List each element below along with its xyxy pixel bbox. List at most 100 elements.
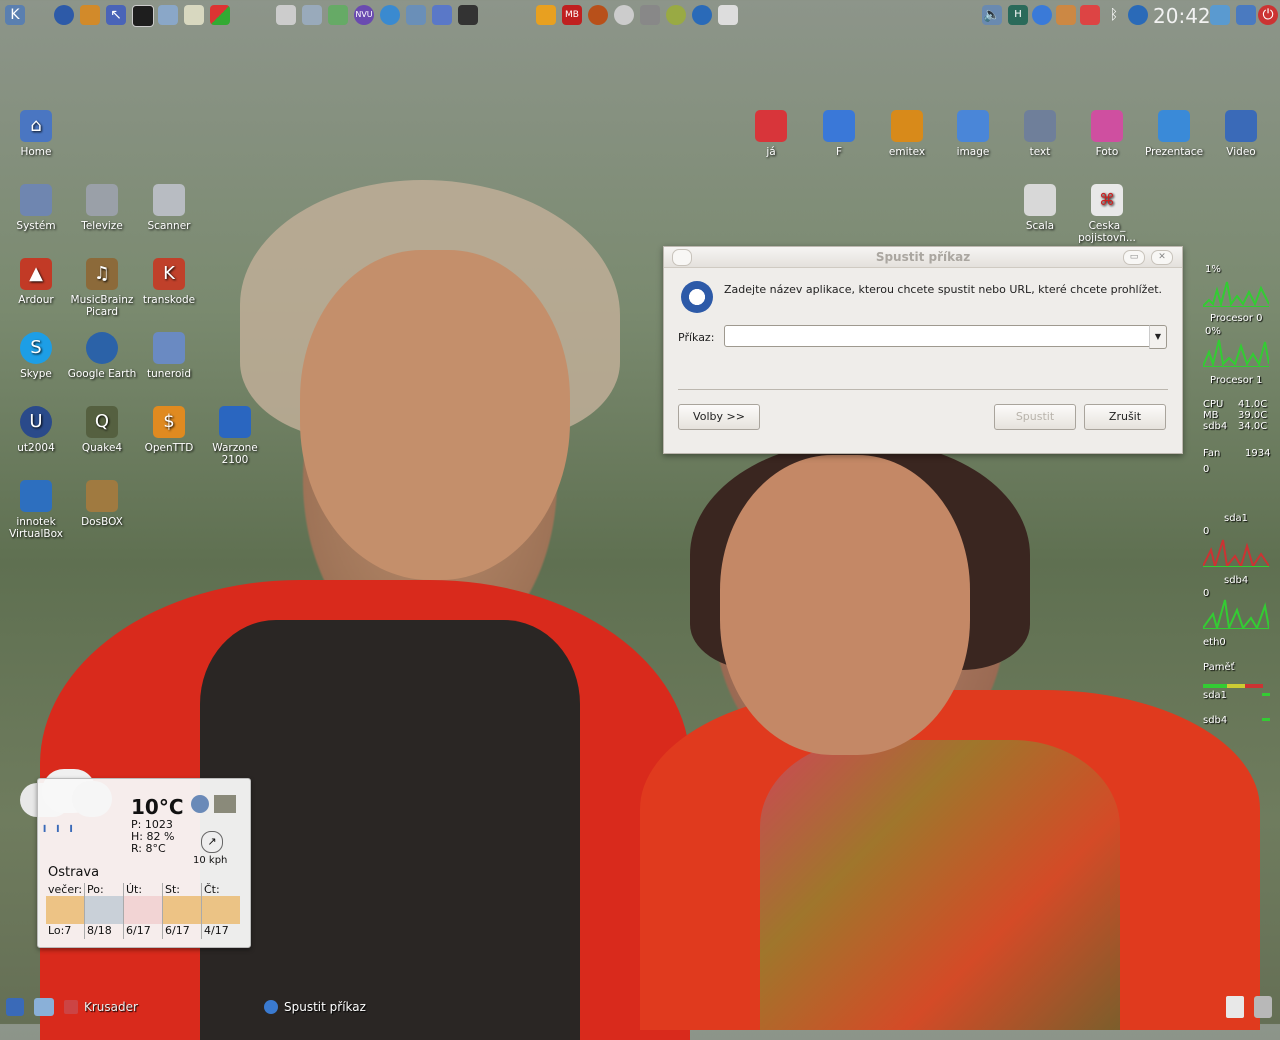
desktop-icon-prezentace[interactable]: Prezentace (1138, 110, 1210, 158)
volume-icon[interactable]: 🔈 (982, 5, 1002, 25)
desktop-icon-dosbox[interactable]: DosBOX (66, 480, 138, 528)
minimize-icon[interactable]: ▭ (1123, 250, 1145, 265)
sun-cloud-icon (163, 896, 201, 924)
desktop-icon-scala[interactable]: Scala (1004, 184, 1076, 232)
firefox-icon[interactable] (80, 5, 100, 25)
map-icon[interactable] (214, 795, 236, 813)
desktop-icon-tuneroid[interactable]: tuneroid (133, 332, 205, 380)
cd-icon[interactable] (614, 5, 634, 25)
desktop-icon-system[interactable]: Systém (0, 184, 72, 232)
desktop-icon-ja[interactable]: já (735, 110, 807, 158)
weather-wind: 10 kph (193, 855, 228, 866)
taskbar-item-krusader[interactable]: Krusader (62, 995, 252, 1019)
diamond-icon[interactable] (458, 5, 478, 25)
news-icon[interactable] (302, 5, 322, 25)
scanner-icon (153, 184, 185, 216)
clipboard-icon[interactable] (1226, 996, 1244, 1018)
desktop-icon-scanner[interactable]: Scanner (133, 184, 205, 232)
command-input[interactable] (724, 325, 1160, 347)
weather-realfeel: R: 8°C (131, 842, 166, 855)
desktop-icon-warzone[interactable]: Warzone 2100 (199, 406, 271, 466)
options-button[interactable]: Volby >> (678, 404, 760, 430)
folder-blue-icon (823, 110, 855, 142)
desktop-icon-image[interactable]: image (937, 110, 1009, 158)
desktop-icon-virtualbox[interactable]: innotek VirtualBox (0, 480, 72, 540)
wallpaper-man-face (300, 250, 570, 580)
headphones-icon[interactable] (536, 5, 556, 25)
dialog-title: Spustit příkaz (875, 250, 971, 264)
desktop-icon-musicbrainz[interactable]: ♫ MusicBrainz Picard (66, 258, 138, 318)
musicbrainz-icon: ♫ (86, 258, 118, 290)
globe-icon[interactable] (54, 5, 74, 25)
window-icon[interactable] (158, 5, 178, 25)
sda1-io-graph (1203, 530, 1269, 567)
desktop-icon-ut2004[interactable]: U ut2004 (0, 406, 72, 454)
nvu-icon[interactable]: NVU (354, 5, 374, 25)
desktop-icon-openttd[interactable]: $ OpenTTD (133, 406, 205, 454)
keyboard-layout-icon[interactable]: H (1008, 5, 1028, 25)
satellite-icon[interactable] (406, 5, 426, 25)
desktop-switch-icon[interactable] (1210, 5, 1230, 25)
fog-icon (124, 896, 162, 924)
wheel-icon[interactable] (692, 5, 712, 25)
desktop-icon-text[interactable]: text (1004, 110, 1076, 158)
desktop-icon-home[interactable]: ⌂ Home (0, 110, 72, 158)
pen-icon[interactable] (432, 5, 452, 25)
spreadsheet-icon[interactable] (328, 5, 348, 25)
desktop-icon-foto[interactable]: Foto (1071, 110, 1143, 158)
clock[interactable]: 20:42 (1153, 4, 1211, 28)
memory-label: Paměť (1203, 662, 1235, 673)
pager-icon[interactable] (34, 998, 54, 1016)
weather-temperature: 10°C (131, 795, 184, 819)
desktop-icon-f[interactable]: F (803, 110, 875, 158)
terminal-icon[interactable] (132, 5, 154, 27)
show-desktop-icon[interactable] (6, 998, 24, 1016)
run-button[interactable]: Spustit (994, 404, 1076, 430)
desktop-icon-transkode[interactable]: K transkode (133, 258, 205, 306)
desktop-icon-video[interactable]: Video (1205, 110, 1277, 158)
desktop-icon-ardour[interactable]: ▲ Ardour (0, 258, 72, 306)
paint-icon[interactable] (1056, 5, 1076, 25)
desktop-icon-skype[interactable]: S Skype (0, 332, 72, 380)
cloud-rain-icon (85, 896, 123, 924)
notes-icon[interactable] (184, 5, 204, 25)
cpu1-label: Procesor 1 (1210, 375, 1263, 386)
disk-icon[interactable] (1032, 5, 1052, 25)
sda1-io-label: sda1 (1224, 513, 1249, 524)
forecast-day-0: večer: Lo:7 (46, 883, 85, 939)
lock-icon[interactable] (1236, 5, 1256, 25)
camera-icon[interactable] (276, 5, 296, 25)
cpu0-graph (1203, 270, 1269, 307)
power-icon[interactable]: ⏻ (1258, 5, 1278, 25)
bluetooth-icon[interactable]: ᛒ (1104, 5, 1124, 25)
kde-menu-icon[interactable]: K (5, 5, 25, 25)
sync-icon[interactable] (666, 5, 686, 25)
desktop-icon-ceska-pojistovna[interactable]: ⌘ Ceska_ pojistovn... (1071, 184, 1143, 244)
cursor-icon[interactable]: ↖ (106, 5, 126, 25)
close-icon[interactable]: ✕ (1151, 250, 1173, 265)
kmail-icon[interactable] (1080, 5, 1100, 25)
trash-icon[interactable] (1254, 996, 1272, 1018)
virtualbox-icon (20, 480, 52, 512)
bug-icon[interactable] (640, 5, 660, 25)
desktop-icon-quake4[interactable]: Q Quake4 (66, 406, 138, 454)
desktop-icon-emitex[interactable]: emitex (871, 110, 943, 158)
temp-cpu-value: 41.0C (1238, 399, 1268, 410)
weather-widget[interactable]: ╹╹╹ 10°C P: 1023 H: 82 % R: 8°C ↗ 10 kph… (37, 778, 251, 948)
run-command-dialog: Spustit příkaz ▭ ✕ Zadejte název aplikac… (663, 246, 1183, 454)
rugby-icon[interactable] (588, 5, 608, 25)
fan-label: Fan (1203, 448, 1221, 459)
windows-icon[interactable] (210, 5, 230, 25)
dialog-titlebar[interactable]: Spustit příkaz ▭ ✕ (664, 247, 1182, 268)
cancel-button[interactable]: Zrušit (1084, 404, 1166, 430)
cpu0-label: Procesor 0 (1210, 313, 1263, 324)
chevron-down-icon[interactable]: ▼ (1149, 325, 1167, 349)
desktop-icon-google-earth[interactable]: Google Earth (66, 332, 138, 380)
network-icon[interactable] (380, 5, 400, 25)
kde-circle-icon[interactable] (1128, 5, 1148, 25)
blank-icon[interactable] (718, 5, 738, 25)
globe-icon[interactable] (191, 795, 209, 813)
desktop-icon-tv[interactable]: Televize (66, 184, 138, 232)
mb-icon[interactable]: MB (562, 5, 582, 25)
taskbar-item-run-command[interactable]: Spustit příkaz (262, 995, 462, 1019)
